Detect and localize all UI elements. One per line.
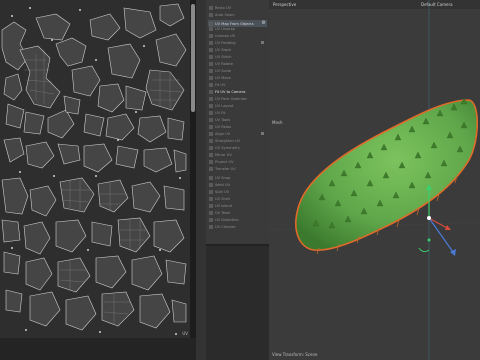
tool-icon [209, 47, 213, 52]
panel-divider[interactable] [196, 0, 206, 360]
viewport-scene [269, 0, 480, 360]
menu-item[interactable]: UV Stitch [208, 53, 267, 60]
menu-item[interactable]: UV Padding [208, 39, 267, 46]
uv-islands [1, 3, 187, 335]
menu-item-fit-uv-to-camera[interactable]: Fit UV to Camera [208, 88, 267, 95]
uv-tools-menu: Relax UV Auto Seam Seam UV UV Unwrap Unw… [206, 0, 269, 246]
menu-item[interactable]: UV Relax [208, 123, 267, 130]
tool-icon [209, 152, 213, 157]
tool-icon [209, 89, 213, 94]
tool-icon [209, 175, 213, 180]
uv-scroll-thumb[interactable] [191, 4, 195, 112]
tool-icon [209, 124, 213, 129]
menu-item[interactable]: UV Tools [208, 116, 267, 123]
menu-item[interactable]: UV Pack Optimize [208, 95, 267, 102]
menu-item[interactable]: UV Stack [208, 46, 267, 53]
menu-item[interactable]: Align UV [208, 130, 267, 137]
tool-icon [209, 196, 213, 201]
tool-icon [209, 21, 213, 26]
menu-item[interactable]: Unwrap UV [208, 32, 267, 39]
tool-icon [209, 131, 213, 136]
viewport-status-text: View Transform: Scene [272, 352, 318, 357]
tool-icon [209, 61, 213, 66]
tool-icon [209, 182, 213, 187]
tool-icon [209, 68, 213, 73]
tool-icon [209, 145, 213, 150]
menu-item[interactable]: Relax UV [208, 4, 267, 11]
menu-item[interactable]: Fit UV [208, 81, 267, 88]
uv-canvas[interactable] [0, 0, 190, 338]
tool-icon [209, 189, 213, 194]
uv-editor-panel: UV [0, 0, 196, 360]
menu-item[interactable]: UV Checker [208, 223, 267, 230]
tool-icon [209, 166, 213, 171]
tool-icon [209, 26, 213, 31]
menu-item[interactable]: UV Move [208, 74, 267, 81]
3d-viewport[interactable]: Perspective Default Camera Mesh View Tra… [269, 0, 480, 360]
tool-icon [209, 82, 213, 87]
viewport-name-label[interactable]: Perspective [273, 2, 296, 7]
menu-item[interactable]: Split UV [208, 188, 267, 195]
gear-icon[interactable]: ⚙ [262, 20, 266, 27]
tool-icon [209, 224, 213, 229]
menu-item[interactable]: Auto Seam [208, 11, 267, 18]
menu-item[interactable]: Mirror UV [208, 151, 267, 158]
menu-item[interactable]: UV Snap [208, 174, 267, 181]
tool-icon [209, 159, 213, 164]
tool-icon [209, 12, 213, 17]
menu-item[interactable]: UV Scale [208, 67, 267, 74]
menu-item[interactable]: Project UV [208, 158, 267, 165]
menu-item-uv-map-from-objects[interactable]: UV Map From Objects ⚙ [208, 20, 267, 27]
tool-icon [209, 138, 213, 143]
tool-icon [209, 117, 213, 122]
tool-icon [209, 54, 213, 59]
menu-item[interactable]: UV Texel [208, 209, 267, 216]
tools-empty-area [206, 246, 269, 360]
object-label: Mesh [272, 120, 283, 125]
menu-item[interactable]: UV Layout [208, 102, 267, 109]
menu-item[interactable]: Weld UV [208, 181, 267, 188]
gizmo-x-axis [428, 217, 448, 229]
menu-item[interactable]: UV Rotate [208, 60, 267, 67]
menu-item[interactable]: Straighten UV [208, 137, 267, 144]
tool-icon [209, 110, 213, 115]
menu-item[interactable]: UV Island [208, 202, 267, 209]
menu-item[interactable]: Transfer UV [208, 165, 267, 172]
tool-icon [209, 75, 213, 80]
tool-icon [209, 5, 213, 10]
menu-item[interactable]: UV Shell [208, 195, 267, 202]
uv-footer [0, 338, 196, 360]
menu-item[interactable]: UV Distortion [208, 216, 267, 223]
tool-icon [209, 103, 213, 108]
tool-icon [209, 217, 213, 222]
tool-icon [209, 203, 213, 208]
option-box-icon[interactable] [261, 41, 264, 44]
tool-icon [209, 210, 213, 215]
tool-icon [209, 33, 213, 38]
camera-label[interactable]: Default Camera [421, 2, 453, 7]
option-box-icon[interactable] [261, 132, 264, 135]
gizmo-center [427, 216, 431, 220]
menu-item[interactable]: UV Fit [208, 109, 267, 116]
tool-icon [209, 96, 213, 101]
menu-item[interactable]: UV Symmetry [208, 144, 267, 151]
uv-corner-label: UV [182, 331, 188, 336]
tool-icon [209, 40, 213, 45]
